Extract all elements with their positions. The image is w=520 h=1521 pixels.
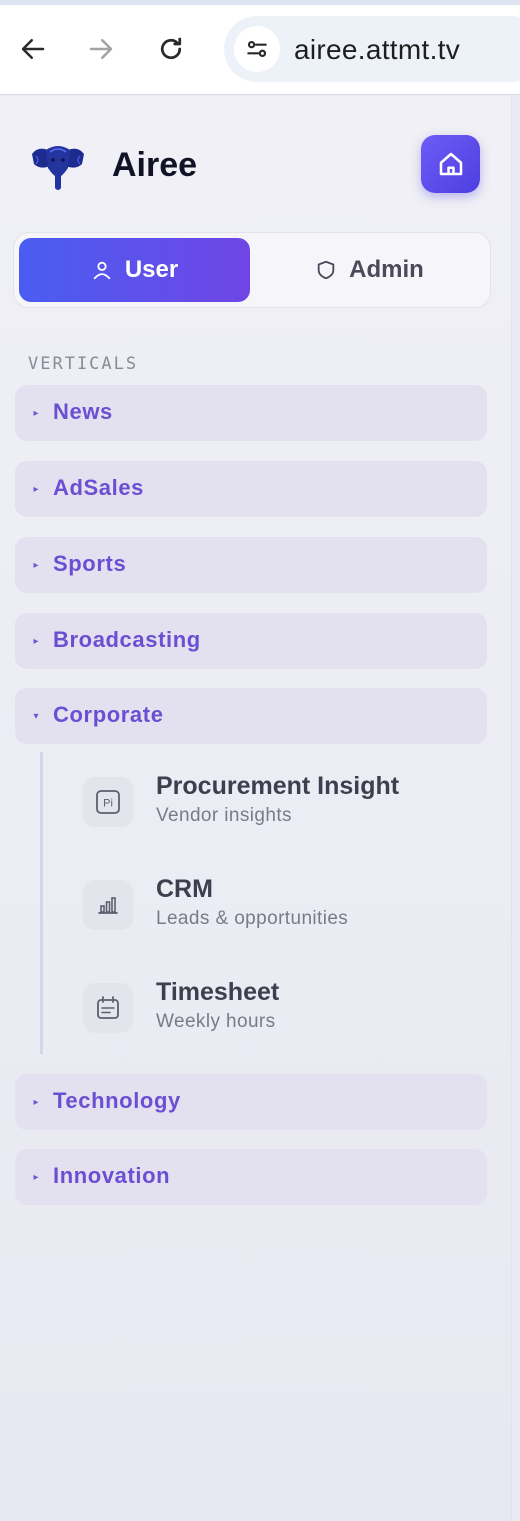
role-toggle: User Admin — [13, 232, 491, 308]
vertical-label: Technology — [53, 1088, 181, 1113]
browser-toolbar: airee.attmt.tv — [0, 0, 520, 95]
admin-role-label: Admin — [349, 256, 424, 283]
submenu-item-timesheet[interactable]: Timesheet Weekly hours — [81, 978, 471, 1050]
reload-icon — [160, 37, 182, 60]
submenu-item-title: Procurement Insight — [156, 772, 400, 800]
submenu-item-description: Leads & opportunities — [156, 908, 349, 929]
caret-right-icon: ▸ — [33, 483, 39, 495]
caret-right-icon: ▸ — [33, 407, 39, 419]
back-arrow-icon — [21, 39, 45, 59]
bar-chart-icon — [83, 880, 133, 930]
forward-button[interactable] — [82, 30, 120, 68]
home-icon — [439, 152, 462, 176]
reload-button[interactable] — [152, 30, 190, 68]
admin-role-button[interactable]: Admin — [254, 238, 485, 302]
user-role-label: User — [124, 256, 179, 283]
vertical-label: Corporate — [53, 702, 164, 727]
vertical-broadcasting[interactable]: ▸ Broadcasting — [15, 613, 487, 669]
vertical-label: Broadcasting — [53, 627, 201, 652]
forward-arrow-icon — [89, 39, 113, 59]
home-button[interactable] — [421, 135, 480, 193]
vertical-innovation[interactable]: ▸ Innovation — [15, 1149, 487, 1205]
user-icon — [93, 261, 111, 280]
submenu-item-title: Timesheet — [156, 978, 280, 1006]
brand-name: Airee — [112, 146, 198, 184]
vertical-adsales[interactable]: ▸ AdSales — [15, 461, 487, 517]
submenu-item-description: Weekly hours — [156, 1011, 276, 1032]
vertical-technology[interactable]: ▸ Technology — [15, 1074, 487, 1130]
caret-right-icon: ▸ — [33, 1171, 39, 1183]
address-bar[interactable]: airee.attmt.tv — [224, 16, 520, 82]
caret-down-icon: ▾ — [33, 710, 39, 722]
submenu-item-crm[interactable]: CRM Leads & opportunities — [81, 875, 471, 947]
shield-icon — [317, 260, 335, 280]
vertical-label: AdSales — [53, 475, 145, 500]
calendar-icon — [83, 983, 133, 1033]
submenu-item-title: CRM — [156, 875, 213, 903]
submenu-item-description: Vendor insights — [156, 805, 292, 826]
vertical-corporate[interactable]: ▾ Corporate — [15, 688, 487, 744]
site-settings-icon — [247, 40, 267, 58]
pi-badge-icon: Pi — [83, 777, 133, 827]
site-settings-button[interactable] — [234, 26, 280, 72]
vertical-news[interactable]: ▸ News — [15, 385, 487, 441]
user-role-button[interactable]: User — [19, 238, 250, 302]
svg-text:Pi: Pi — [103, 798, 113, 810]
brand: Airee — [28, 138, 197, 194]
vertical-label: Innovation — [53, 1163, 171, 1188]
back-button[interactable] — [14, 30, 52, 68]
elephant-logo-icon — [32, 146, 84, 190]
caret-right-icon: ▸ — [33, 635, 39, 647]
caret-right-icon: ▸ — [33, 1096, 39, 1108]
corporate-submenu: Pi Procurement Insight Vendor insights C… — [40, 752, 480, 1054]
sidebar: Airee User Admin VERTICALS ▸ News ▸ AdSa — [0, 96, 512, 1521]
vertical-label: Sports — [53, 551, 127, 576]
caret-right-icon: ▸ — [33, 559, 39, 571]
url-text: airee.attmt.tv — [294, 34, 461, 65]
submenu-item-procurement-insight[interactable]: Pi Procurement Insight Vendor insights — [81, 772, 471, 844]
vertical-sports[interactable]: ▸ Sports — [15, 537, 487, 593]
vertical-label: News — [53, 399, 113, 424]
verticals-section-label: VERTICALS — [28, 354, 139, 374]
tab-strip-edge — [0, 0, 520, 5]
